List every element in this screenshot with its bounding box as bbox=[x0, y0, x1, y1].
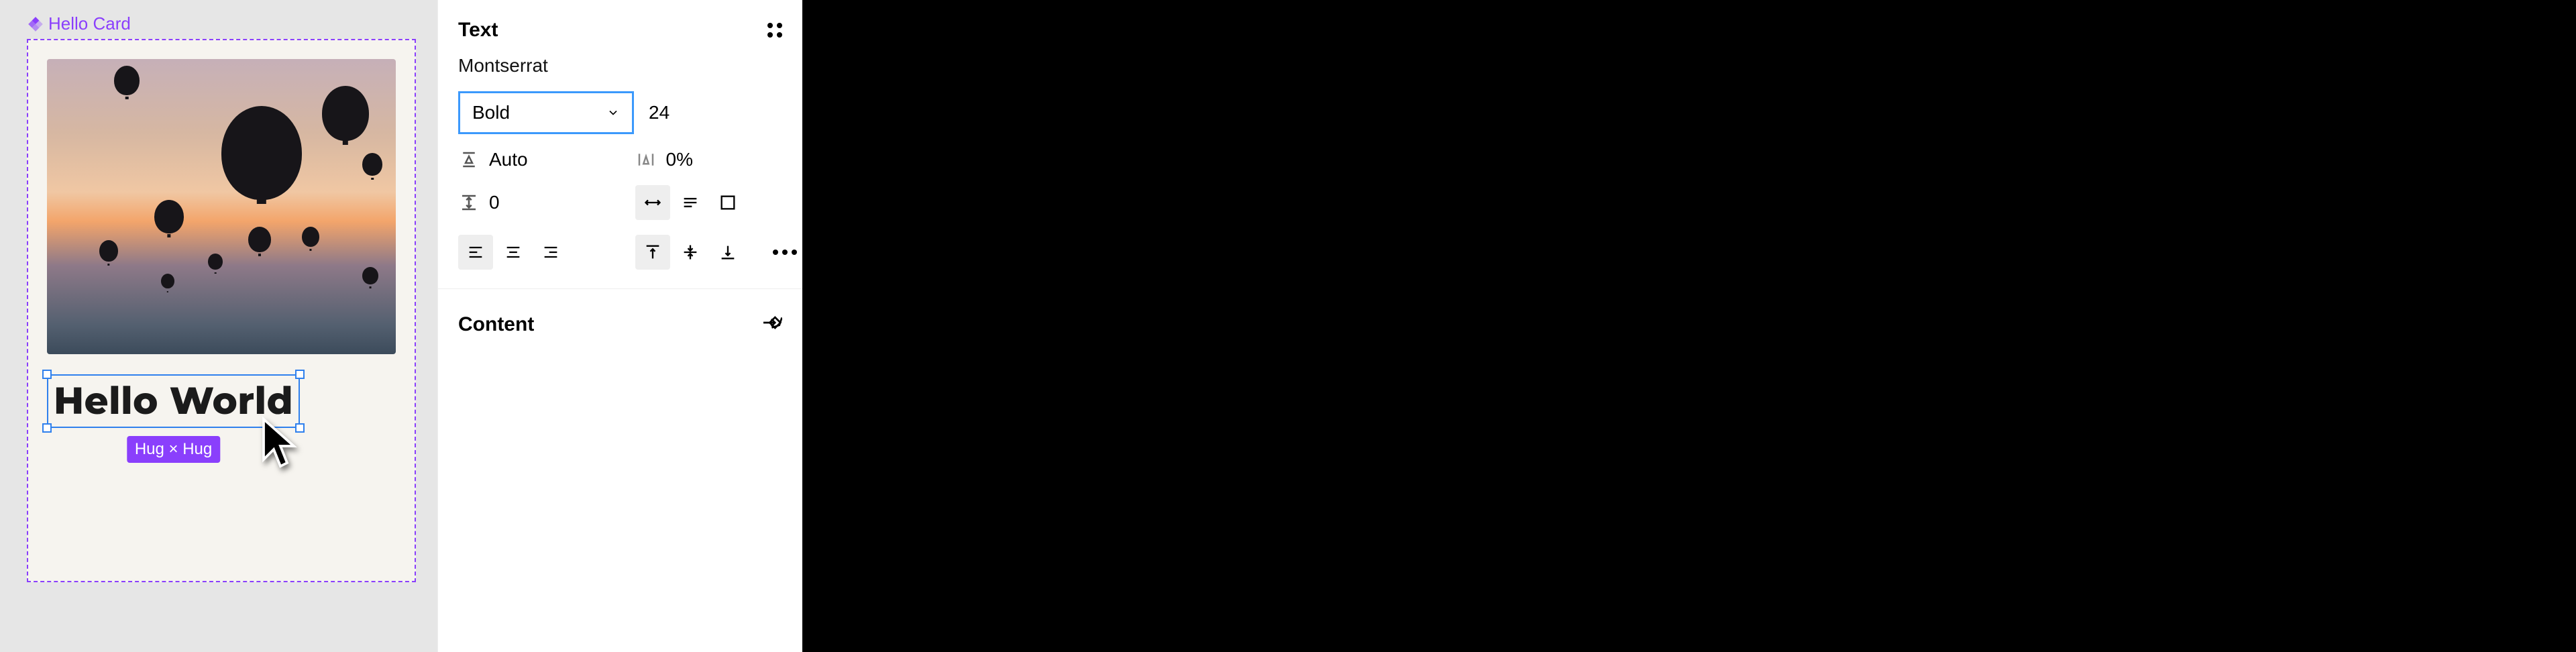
text-align-center-button[interactable] bbox=[496, 235, 531, 270]
component-title-label: Hello Card bbox=[27, 13, 131, 34]
text-section-title: Text bbox=[458, 19, 498, 42]
letter-spacing-icon bbox=[635, 149, 657, 170]
empty-area bbox=[802, 0, 2576, 652]
vertical-align-middle-button[interactable] bbox=[673, 235, 708, 270]
properties-panel: Text Montserrat Bold 24 Auto 0% bbox=[437, 0, 802, 652]
content-section-title: Content bbox=[458, 313, 534, 336]
paragraph-spacing-icon bbox=[458, 192, 480, 213]
font-size-field[interactable]: 24 bbox=[649, 102, 669, 123]
text-align-right-button[interactable] bbox=[533, 235, 568, 270]
text-align-left-button[interactable] bbox=[458, 235, 493, 270]
apply-instance-icon[interactable] bbox=[761, 312, 782, 337]
line-height-icon bbox=[458, 149, 480, 170]
resize-fixed-button[interactable] bbox=[710, 185, 745, 220]
font-family-field[interactable]: Montserrat bbox=[458, 55, 782, 76]
hello-card-frame[interactable]: Hello World Hug × Hug bbox=[27, 39, 416, 582]
chevron-down-icon bbox=[606, 106, 620, 119]
autolayout-size-badge: Hug × Hug bbox=[127, 436, 220, 463]
more-options-button[interactable] bbox=[773, 250, 797, 255]
letter-spacing-field[interactable]: 0% bbox=[666, 149, 693, 170]
resize-handle-top-right[interactable] bbox=[295, 370, 305, 379]
design-canvas[interactable]: Hello Card Hello World Hug × Hug bbox=[0, 0, 437, 652]
font-weight-value: Bold bbox=[472, 102, 510, 123]
font-weight-select[interactable]: Bold bbox=[458, 91, 634, 134]
component-icon bbox=[27, 15, 44, 33]
resize-auto-width-button[interactable] bbox=[635, 185, 670, 220]
resize-auto-height-button[interactable] bbox=[673, 185, 708, 220]
resize-handle-bottom-left[interactable] bbox=[42, 423, 52, 433]
card-image bbox=[47, 59, 396, 354]
vertical-align-bottom-button[interactable] bbox=[710, 235, 745, 270]
cursor-icon bbox=[260, 416, 301, 473]
vertical-align-top-button[interactable] bbox=[635, 235, 670, 270]
line-height-field[interactable]: Auto bbox=[489, 149, 528, 170]
paragraph-spacing-field[interactable]: 0 bbox=[489, 192, 500, 213]
resize-handle-top-left[interactable] bbox=[42, 370, 52, 379]
component-title-text: Hello Card bbox=[48, 13, 131, 34]
drag-handle-icon[interactable] bbox=[767, 23, 782, 38]
